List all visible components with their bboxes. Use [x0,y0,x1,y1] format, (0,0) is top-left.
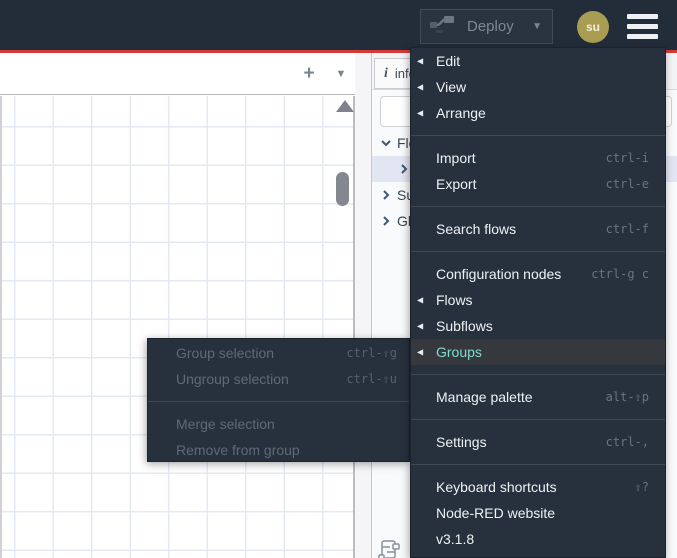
menu-item-flows[interactable]: ◀ Flows [411,287,665,313]
chevron-right-icon[interactable] [380,215,392,227]
groups-submenu: Group selection ctrl-⇧g Ungroup selectio… [147,338,410,462]
submenu-left-arrow-icon: ◀ [417,108,424,118]
menu-item-view[interactable]: ◀ View [411,74,665,100]
hamburger-bar [627,24,658,29]
shortcut-label: alt-⇧p [605,390,649,404]
submenu-left-arrow-icon: ◀ [417,82,424,92]
submenu-left-arrow-icon: ◀ [417,295,424,305]
menu-item-keyboard-shortcuts[interactable]: Keyboard shortcuts ⇧? [411,474,665,500]
menu-item-search-flows[interactable]: Search flows ctrl-f [411,216,665,242]
node-outline-icon [378,540,400,558]
shortcut-label: ctrl-f [605,222,649,236]
canvas-vertical-scrollbar-thumb[interactable] [336,172,349,206]
canvas-scroll-up-arrow-icon[interactable] [336,100,354,112]
menu-item-settings[interactable]: Settings ctrl-, [411,429,665,455]
menu-separator [411,206,665,207]
menu-item-edit[interactable]: ◀ Edit [411,48,665,74]
shortcut-label: ctrl-⇧g [346,346,397,360]
shortcut-label: ctrl-i [605,151,649,165]
flow-canvas-grid[interactable] [0,96,355,558]
submenu-item-group-selection[interactable]: Group selection ctrl-⇧g [148,340,409,366]
deploy-button[interactable]: Deploy ▼ [420,9,553,44]
workspace-tab-bar: + ▼ [0,53,355,95]
menu-separator [411,251,665,252]
deploy-label: Deploy [467,18,514,35]
chevron-right-icon[interactable] [398,163,410,175]
menu-item-import[interactable]: Import ctrl-i [411,145,665,171]
menu-item-node-red-website[interactable]: Node-RED website [411,500,665,526]
submenu-left-arrow-icon: ◀ [417,321,424,331]
menu-item-groups[interactable]: ◀ Groups [411,339,665,365]
shortcut-label: ctrl-g c [591,267,649,281]
add-flow-button[interactable]: + [297,61,321,87]
shortcut-label: ctrl-⇧u [346,372,397,386]
shortcut-label: ⇧? [634,480,649,494]
submenu-item-remove-from-group[interactable]: Remove from group [148,437,409,461]
node-red-editor: Deploy ▼ su + ▼ i info Flo Su Glo ◀ Edit… [0,0,677,558]
shortcut-label: ctrl-, [605,435,649,449]
chevron-right-icon[interactable] [380,189,392,201]
user-avatar[interactable]: su [577,11,609,43]
submenu-item-merge-selection[interactable]: Merge selection [148,411,409,437]
main-dropdown-menu: ◀ Edit ◀ View ◀ Arrange Import ctrl-i Ex… [410,47,666,558]
menu-separator [411,135,665,136]
main-menu-button[interactable] [627,14,658,39]
shortcut-label: ctrl-e [605,177,649,191]
menu-item-manage-palette[interactable]: Manage palette alt-⇧p [411,384,665,410]
menu-item-export[interactable]: Export ctrl-e [411,171,665,197]
submenu-left-arrow-icon: ◀ [417,347,424,357]
submenu-separator [148,401,409,402]
menu-item-version[interactable]: v3.1.8 [411,526,665,552]
menu-item-configuration-nodes[interactable]: Configuration nodes ctrl-g c [411,261,665,287]
menu-separator [411,374,665,375]
sidebar-splitter[interactable] [355,53,372,558]
deploy-options-chevron-icon[interactable]: ▼ [532,21,542,32]
hamburger-bar [627,34,658,39]
flow-list-chevron-button[interactable]: ▼ [329,61,353,87]
menu-item-subflows[interactable]: ◀ Subflows [411,313,665,339]
menu-separator [411,464,665,465]
header-bar: Deploy ▼ su [0,0,677,50]
submenu-item-ungroup-selection[interactable]: Ungroup selection ctrl-⇧u [148,366,409,392]
info-icon: i [384,65,388,81]
deploy-nodes-icon [429,13,455,40]
submenu-left-arrow-icon: ◀ [417,56,424,66]
hamburger-bar [627,14,658,19]
chevron-down-icon[interactable] [380,137,392,149]
menu-separator [411,419,665,420]
menu-item-arrange[interactable]: ◀ Arrange [411,100,665,126]
